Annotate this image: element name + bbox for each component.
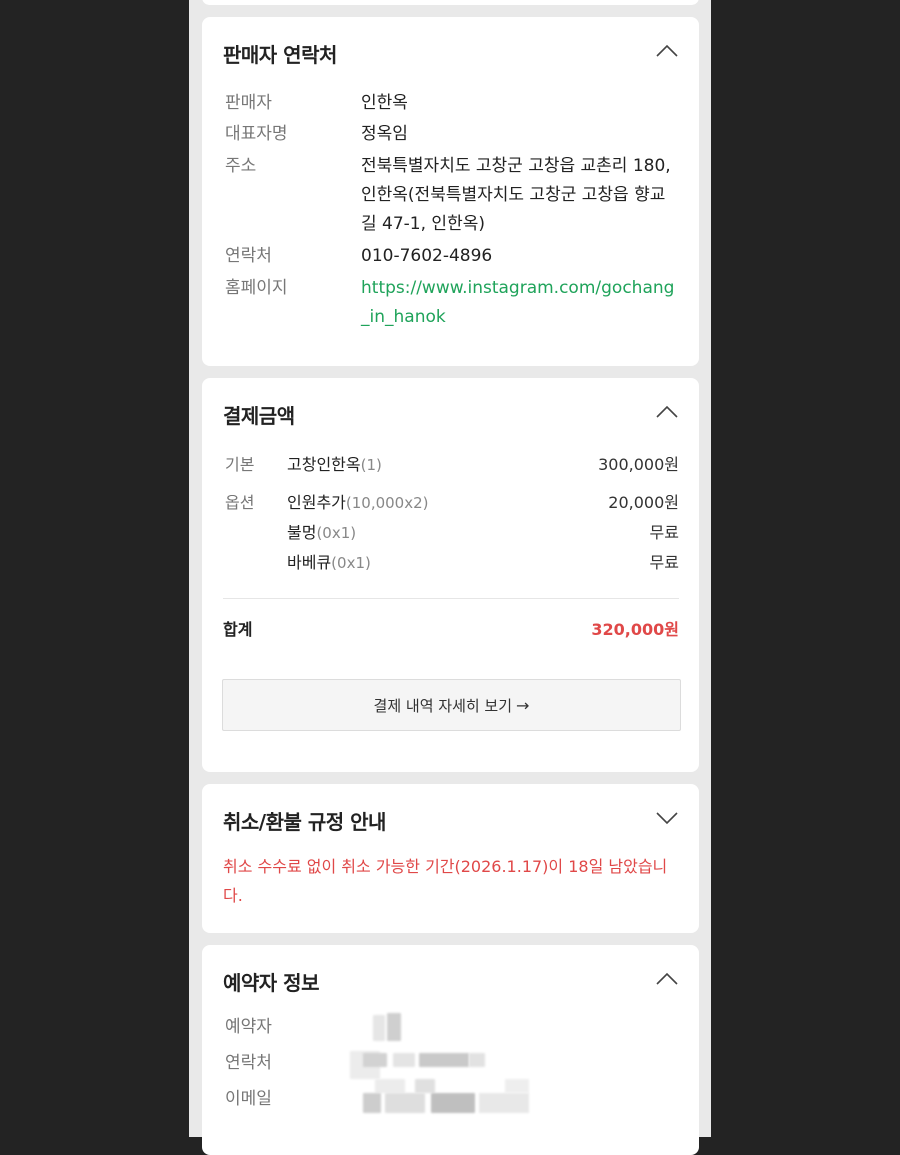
homepage-label: 홈페이지 xyxy=(225,278,288,298)
option-item-qty: (0x1) xyxy=(331,554,371,572)
seller-name-label: 판매자 xyxy=(225,93,272,113)
basic-row: 기본 고창인한옥(1) 300,000원 xyxy=(225,450,679,480)
booker-name-label: 예약자 xyxy=(225,1017,272,1037)
chevron-up-icon[interactable] xyxy=(655,404,679,420)
option-label: 옵션 xyxy=(225,493,255,512)
option-amount: 무료 xyxy=(649,523,679,542)
chevron-up-icon[interactable] xyxy=(655,43,679,59)
option-item-qty: (10,000x2) xyxy=(345,494,429,512)
payment-card: 결제금액 기본 고창인한옥(1) 300,000원 옵션 인원추가(10,000… xyxy=(202,378,699,772)
option-item: 불멍(0x1) xyxy=(287,518,356,548)
seller-name-row: 판매자 인한옥 xyxy=(225,89,679,118)
payment-detail-label: 결제 내역 자세히 보기 xyxy=(373,696,513,715)
address-row: 주소 전북특별자치도 고창군 고창읍 교촌리 180, 인한옥(전북특별자치도 … xyxy=(225,152,679,240)
booker-info-title: 예약자 정보 xyxy=(223,971,319,995)
seller-contact-title: 판매자 연락처 xyxy=(223,43,337,67)
option-item-qty: (0x1) xyxy=(316,524,357,542)
divider xyxy=(223,598,679,599)
total-value: 320,000원 xyxy=(591,620,679,639)
option-amount: 무료 xyxy=(649,553,679,572)
refund-policy-title: 취소/환불 규정 안내 xyxy=(223,810,386,834)
option-item: 인원추가(10,000x2) xyxy=(287,488,429,518)
basic-label: 기본 xyxy=(225,455,255,474)
option-item-name: 바베큐 xyxy=(287,553,332,572)
option-item-name: 인원추가 xyxy=(287,493,346,512)
address-label: 주소 xyxy=(225,156,257,176)
seller-name-value: 인한옥 xyxy=(361,93,408,113)
previous-card xyxy=(202,0,699,5)
refund-policy-card[interactable]: 취소/환불 규정 안내 취소 수수료 없이 취소 가능한 기간(2026.1.1… xyxy=(202,784,699,933)
booker-phone-row: 연락처 xyxy=(225,1049,679,1079)
option-row: 바베큐(0x1) 무료 xyxy=(225,548,679,578)
seller-contact-card: 판매자 연락처 판매자 인한옥 대표자명 정옥임 주소 전북특별자치도 고창군 … xyxy=(202,17,699,366)
option-row: 불멍(0x1) 무료 xyxy=(225,518,679,548)
homepage-link[interactable]: https://www.instagram.com/gochang_in_han… xyxy=(361,274,679,332)
payment-detail-button[interactable]: 결제 내역 자세히 보기 → xyxy=(222,679,681,731)
payment-title: 결제금액 xyxy=(223,404,295,428)
option-item-name: 불멍 xyxy=(287,523,317,542)
booker-phone-label: 연락처 xyxy=(225,1053,272,1073)
page-column: 판매자 연락처 판매자 인한옥 대표자명 정옥임 주소 전북특별자치도 고창군 … xyxy=(189,0,711,1155)
basic-item-name: 고창인한옥 xyxy=(287,455,361,474)
representative-value: 정옥임 xyxy=(361,124,408,144)
arrow-right-icon: → xyxy=(516,695,530,715)
chevron-up-icon[interactable] xyxy=(655,971,679,987)
option-row: 옵션 인원추가(10,000x2) 20,000원 xyxy=(225,488,679,518)
option-item: 바베큐(0x1) xyxy=(287,548,371,578)
phone-row: 연락처 010-7602-4896 xyxy=(225,242,679,271)
booker-email-label: 이메일 xyxy=(225,1089,272,1109)
refund-notice: 취소 수수료 없이 취소 가능한 기간(2026.1.17)이 18일 남았습니… xyxy=(223,857,668,905)
phone-label: 연락처 xyxy=(225,246,272,266)
basic-item-qty: (1) xyxy=(360,456,382,474)
address-value: 전북특별자치도 고창군 고창읍 교촌리 180, 인한옥(전북특별자치도 고창군… xyxy=(361,156,671,234)
booker-name-row: 예약자 xyxy=(225,1013,679,1042)
total-label: 합계 xyxy=(223,620,253,639)
booker-email-row: 이메일 xyxy=(225,1079,679,1114)
chevron-down-icon[interactable] xyxy=(655,810,679,826)
option-amount: 20,000원 xyxy=(608,493,679,512)
basic-amount: 300,000원 xyxy=(598,455,679,474)
phone-value[interactable]: 010-7602-4896 xyxy=(361,242,679,271)
homepage-row: 홈페이지 https://www.instagram.com/gochang_i… xyxy=(225,274,679,334)
basic-item: 고창인한옥(1) xyxy=(287,450,382,480)
booker-info-card: 예약자 정보 예약자 연락처 이메일 xyxy=(202,945,699,1155)
representative-label: 대표자명 xyxy=(225,124,288,144)
representative-row: 대표자명 정옥임 xyxy=(225,120,679,149)
